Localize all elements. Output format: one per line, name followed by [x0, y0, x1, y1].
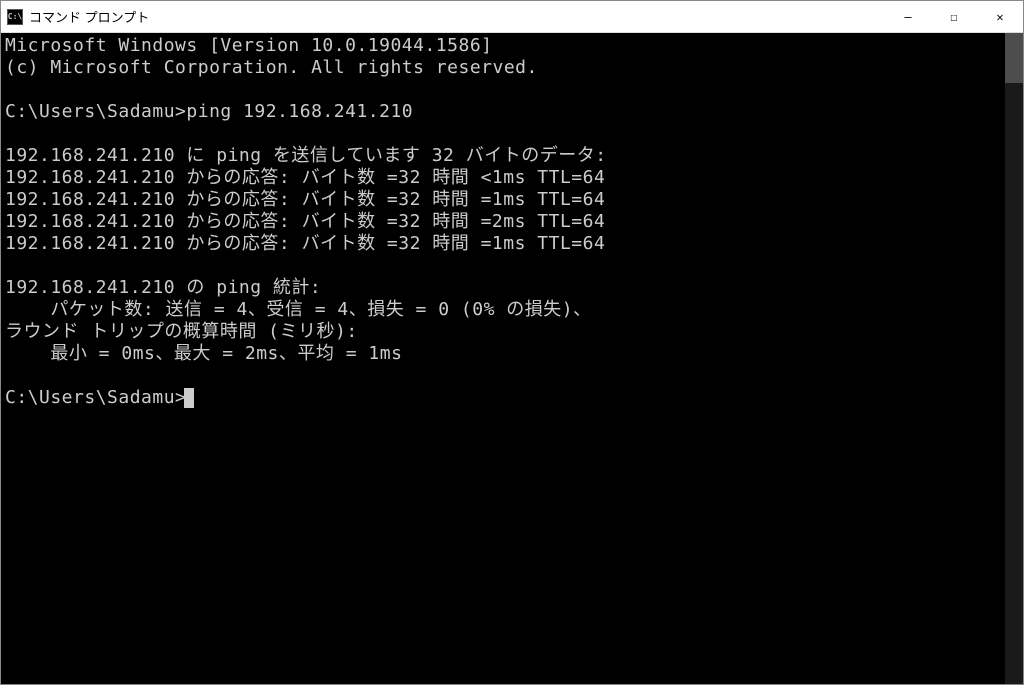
cmd-icon: C:\	[7, 9, 23, 25]
cursor	[184, 388, 194, 408]
command-prompt-window: C:\ コマンド プロンプト — ☐ ✕ Microsoft Windows […	[0, 0, 1024, 685]
window-title: コマンド プロンプト	[29, 7, 885, 26]
scrollbar[interactable]	[1005, 33, 1023, 684]
maximize-button[interactable]: ☐	[931, 1, 977, 32]
scroll-thumb[interactable]	[1005, 33, 1023, 83]
terminal-area: Microsoft Windows [Version 10.0.19044.15…	[1, 33, 1023, 684]
terminal-output[interactable]: Microsoft Windows [Version 10.0.19044.15…	[1, 33, 1005, 684]
window-controls: — ☐ ✕	[885, 1, 1023, 32]
titlebar[interactable]: C:\ コマンド プロンプト — ☐ ✕	[1, 1, 1023, 33]
close-button[interactable]: ✕	[977, 1, 1023, 32]
minimize-button[interactable]: —	[885, 1, 931, 32]
